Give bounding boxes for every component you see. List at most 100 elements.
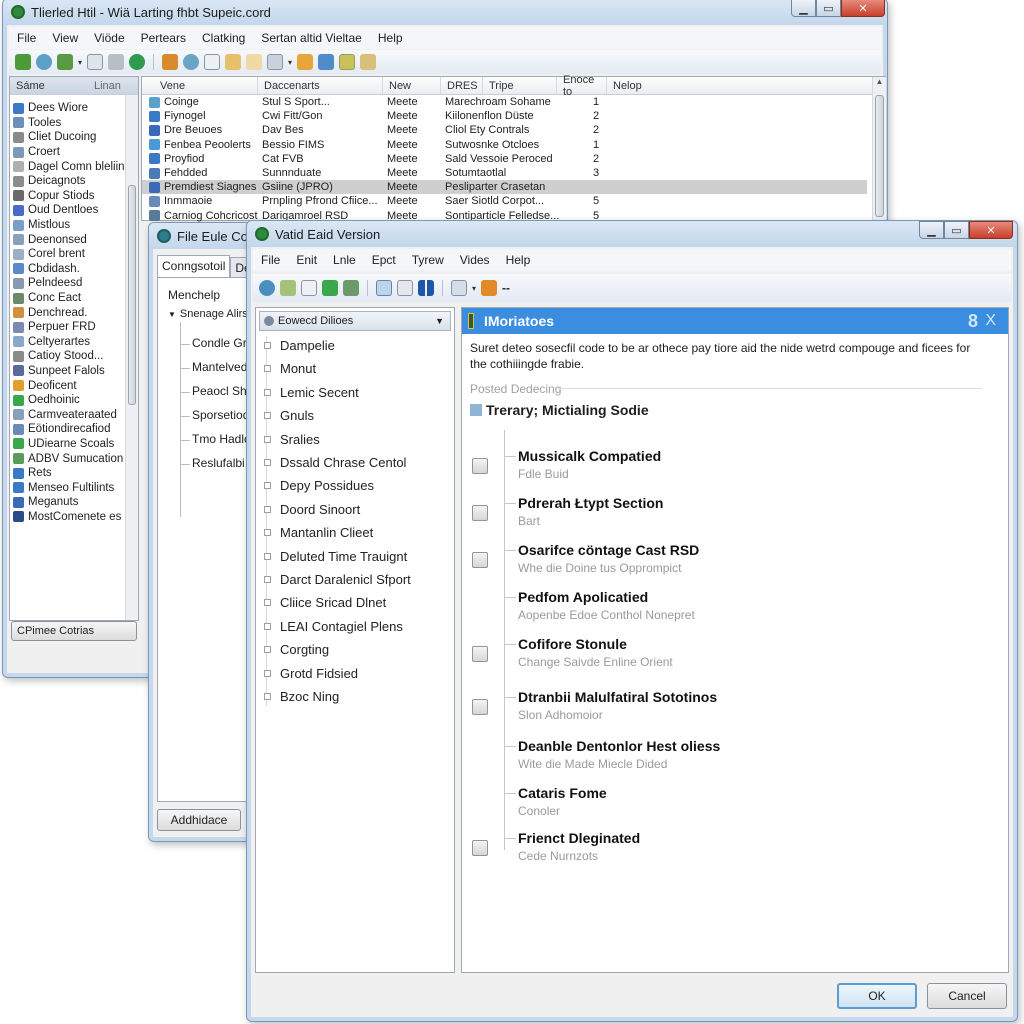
file-icon[interactable] [397,280,413,296]
package-icon[interactable] [481,280,498,296]
col-header-notes[interactable]: Nelop [607,77,867,94]
category-item[interactable]: Dampelie [256,338,335,353]
edit-icon[interactable] [162,54,179,70]
dropdown-arrow-icon[interactable]: ▾ [78,58,82,67]
settings-icon[interactable] [297,54,314,70]
clipboard-paste-icon[interactable] [339,54,356,70]
left-list-item[interactable]: Denchread. [10,305,124,320]
left-list-item[interactable]: UDiearne Scoals [10,437,124,452]
menu-view[interactable]: View [44,31,86,45]
tree-group[interactable]: ▼ Snenage Alirs [168,308,248,320]
menu-lnle[interactable]: Lnle [325,253,364,267]
category-item[interactable]: Lemic Secent [256,385,359,400]
table-row[interactable]: Inmmaoie Prnpling Pfrond Cfiice... Meete Sa… [142,194,867,208]
category-item[interactable]: Monut [256,361,316,376]
item-checkbox[interactable] [264,459,271,466]
duplicate-icon[interactable] [451,280,467,296]
left-list-item[interactable]: Sunpeet Falols [10,364,124,379]
col-header-count[interactable]: Enoce to [557,74,607,98]
option-checkbox[interactable] [472,552,488,568]
left-list-item[interactable]: ADBV Sumucation [10,451,124,466]
col-name[interactable]: Sáme [10,77,88,94]
grid-icon[interactable] [418,280,434,296]
category-item[interactable]: Bzoc Ning [256,689,339,704]
left-list-item[interactable]: Meganuts [10,495,124,510]
left-list-item[interactable]: Rets [10,466,124,481]
col-header-new[interactable]: New [383,77,441,94]
item-checkbox[interactable] [264,342,271,349]
item-checkbox[interactable] [264,435,271,443]
option-title[interactable]: Pdrerah Łtypt Section [518,495,663,511]
item-checkbox[interactable] [264,412,271,420]
left-list-item[interactable]: Deicagnots [10,174,124,189]
item-checkbox[interactable] [264,505,271,513]
category-item[interactable]: Sralies [256,432,320,447]
archive-icon[interactable] [360,54,377,70]
option-title[interactable]: Dtranbii Malulfatiral Sototinos [518,689,717,705]
table-row[interactable]: Dre Beuoes Dav Bes Meete Cliol Ety Contrals… [142,123,867,137]
left-action-button[interactable]: CPimee Cotrias [11,621,137,641]
menu-videos[interactable]: Vides [452,253,498,267]
clipboard-icon[interactable] [108,54,125,70]
left-scrollbar[interactable] [125,95,138,620]
option-checkbox[interactable] [472,646,488,662]
table-row[interactable]: Premdiest Siagnes Gsiine (JPRO) Meete Pesli… [142,180,867,195]
tree-child[interactable]: Peaocl Sha [192,384,253,398]
option-checkbox[interactable] [472,699,488,715]
more-icon[interactable]: -- [502,281,510,295]
add-device-button[interactable]: Addhidace [157,809,241,831]
check-icon[interactable] [322,280,338,296]
option-title[interactable]: Deanble Dentonlor Hest oliess [518,738,720,754]
dropdown-arrow-icon[interactable]: ▾ [288,58,292,67]
option-title[interactable]: Osarifce cöntage Cast RSD [518,542,699,558]
maximize-button[interactable]: ▭ [944,221,969,239]
tree-child[interactable]: Tmo Hadlo [192,432,251,446]
left-list-item[interactable]: Carmveateraated [10,407,124,422]
item-checkbox[interactable] [264,576,271,583]
scroll-up-icon[interactable]: ▲ [873,77,886,86]
table-row[interactable]: Coinge Stul S Sport... Meete Marechroam Soh… [142,95,867,109]
item-checkbox[interactable] [264,482,271,490]
copy-icon[interactable] [376,280,392,296]
option-title[interactable]: Pedfom Apolicatied [518,589,648,605]
left-list-item[interactable]: Cbdidash. [10,262,124,277]
tree-root[interactable]: Menchelp [168,288,220,302]
item-checkbox[interactable] [264,693,271,700]
close-button[interactable]: ✕ [841,0,885,17]
left-list-item[interactable]: Tooles [10,116,124,131]
category-item[interactable]: Cliice Sricad Dlnet [256,595,386,610]
option-title[interactable]: Mussicalk Compatied [518,448,661,464]
chart-icon[interactable] [343,280,359,296]
refresh-icon[interactable] [36,54,52,70]
menu-help[interactable]: Help [498,253,539,267]
option-title[interactable]: Cofifore Stonule [518,636,627,652]
menu-settings[interactable]: Sertan altid Vieltae [253,31,370,45]
menu-epct[interactable]: Epct [364,253,404,267]
table-scrollbar[interactable]: ▲ [872,77,886,220]
menu-file[interactable]: File [9,31,44,45]
left-list-item[interactable]: Dagel Comn bleliing [10,159,124,174]
minimize-button[interactable]: ▁ [791,0,816,17]
category-item[interactable]: Mantanlin Clieet [256,525,373,540]
left-list-item[interactable]: Mistlous [10,218,124,233]
item-checkbox[interactable] [264,599,271,607]
col-header-type[interactable]: Tripe [483,77,557,94]
item-checkbox[interactable] [264,669,271,677]
window-icon[interactable] [204,54,221,70]
menu-help[interactable]: Help [370,31,411,45]
left-list-item[interactable]: Pelndeesd [10,276,124,291]
option-title[interactable]: Frienct Dleginated [518,830,640,846]
tree-child[interactable]: Sporsetiod [192,408,249,422]
back-icon[interactable] [15,54,31,70]
left-list-item[interactable]: Deenonsed [10,232,124,247]
left-list-item[interactable]: Copur Stiods [10,189,124,204]
ok-button[interactable]: OK [837,983,917,1009]
category-item[interactable]: Dssald Chrase Centol [256,455,406,470]
left-list-item[interactable]: Perpuer FRD [10,320,124,335]
category-item[interactable]: Corgting [256,642,329,657]
table-row[interactable]: Fehdded Sunnnduate Meete Sotumtaotlal 3 [142,166,867,180]
puzzle-icon[interactable] [280,280,296,296]
col-linan[interactable]: Linan [88,77,138,94]
tree-child[interactable]: Mantelved [192,360,247,374]
col-header-dres[interactable]: DRES [441,77,483,94]
